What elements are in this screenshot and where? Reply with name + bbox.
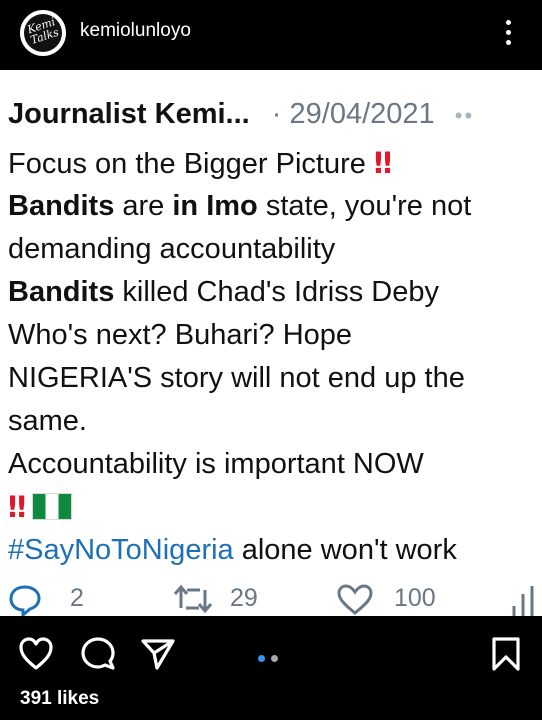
tweet-text-segment: Bandits: [8, 276, 115, 308]
tweet-author: Journalist Kemi...: [8, 98, 250, 130]
avatar-logo-text: Kemi Talks: [25, 15, 61, 47]
pager-dot-active: [258, 655, 265, 662]
reply-icon: [9, 585, 41, 616]
share-send-icon[interactable]: [140, 636, 176, 672]
like-heart-icon: [337, 584, 373, 615]
tweet-actions: 2 29 100: [0, 580, 542, 616]
post-header: Kemi Talks kemiolunloyo: [0, 0, 542, 70]
tweet-line: Focus on the Bigger Picture ‼: [8, 142, 471, 185]
like-count: 100: [394, 584, 436, 612]
tweet-line: demanding accountability: [8, 233, 336, 265]
tweet-text-segment: are: [114, 190, 173, 222]
profile-avatar[interactable]: Kemi Talks: [20, 10, 66, 56]
avatar-logo: Kemi Talks: [24, 14, 62, 52]
tweet-text-segment: alone won't work: [233, 534, 457, 566]
tweet-text-segment: Bandits: [8, 190, 115, 222]
tweet-date: 29/04/2021: [289, 98, 435, 130]
tweet-text: Focus on the Bigger Picture ‼ Bandits ar…: [8, 142, 471, 572]
tweet-line: Bandits are in Imo state, you're not: [8, 185, 471, 228]
bookmark-save-icon[interactable]: [488, 636, 524, 672]
analytics-icon: [512, 586, 534, 616]
post-footer: 391 likes: [0, 616, 542, 720]
tweet-line: NIGERIA'S story will not end up the: [8, 362, 465, 394]
like-heart-icon[interactable]: [18, 636, 54, 672]
tweet-more-icon: ••: [454, 103, 475, 128]
username-link[interactable]: kemiolunloyo: [80, 20, 191, 42]
nigeria-flag-icon: [32, 493, 73, 520]
tweet-line: #SayNoToNigeria alone won't work: [8, 529, 471, 572]
tweet-text-segment: in Imo: [172, 190, 258, 222]
tweet-text-segment: killed Chad's Idriss Deby: [114, 276, 440, 308]
more-options-icon[interactable]: [500, 18, 516, 48]
double-exclamation-emoji: ‼: [8, 490, 27, 524]
hashtag-link: #SayNoToNigeria: [8, 534, 234, 566]
tweet-line: same.: [8, 405, 87, 437]
retweet-icon: [173, 584, 213, 614]
tweet-screenshot: Journalist Kemi... · 29/04/2021 •• Focus…: [0, 70, 542, 616]
tweet-line: Who's next? Buhari? Hope: [8, 319, 353, 351]
reply-count: 2: [70, 584, 84, 612]
comment-icon[interactable]: [80, 636, 116, 672]
tweet-line: Bandits killed Chad's Idriss Deby: [8, 271, 471, 314]
pager-dot: [271, 655, 278, 662]
tweet-header: Journalist Kemi... · 29/04/2021 ••: [8, 98, 474, 131]
tweet-line: Accountability is important NOW: [8, 448, 424, 480]
double-exclamation-emoji: ‼: [373, 146, 393, 180]
likes-count[interactable]: 391 likes: [20, 688, 99, 710]
tweet-text-segment: Focus on the Bigger Picture: [8, 148, 374, 180]
tweet-text-segment: state, you're not: [257, 190, 472, 222]
retweet-count: 29: [230, 584, 258, 612]
tweet-line: ‼: [8, 486, 471, 529]
tweet-separator: ·: [271, 98, 282, 130]
